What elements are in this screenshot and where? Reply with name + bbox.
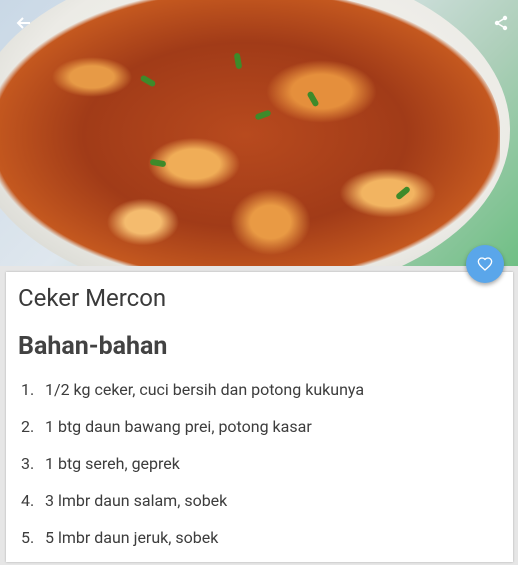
list-item: 4. 3 lmbr daun salam, sobek [21, 491, 228, 510]
recipe-card: Ceker Mercon Bahan-bahan 1. 1/2 kg ceker… [6, 272, 513, 562]
list-item: 1. 1/2 kg ceker, cuci bersih dan potong … [21, 380, 365, 399]
ingredient-list: 1. 1/2 kg ceker, cuci bersih dan potong … [21, 380, 364, 565]
ingredients-heading: Bahan-bahan [18, 332, 168, 361]
chicken-feet-dish [0, 0, 500, 266]
heart-outline-icon [477, 257, 493, 271]
recipe-title: Ceker Mercon [18, 284, 167, 312]
arrow-left-icon [16, 17, 30, 29]
list-item: 3. 1 btg sereh, geprek [21, 454, 180, 473]
share-icon [494, 15, 508, 31]
favorite-button[interactable] [466, 245, 504, 283]
list-item: 2. 1 btg daun bawang prei, potong kasar [21, 417, 312, 436]
list-item: 5. 5 lmbr daun jeruk, sobek [21, 528, 219, 547]
share-button[interactable] [486, 8, 516, 38]
recipe-photo [0, 0, 518, 266]
back-button[interactable] [8, 8, 38, 38]
